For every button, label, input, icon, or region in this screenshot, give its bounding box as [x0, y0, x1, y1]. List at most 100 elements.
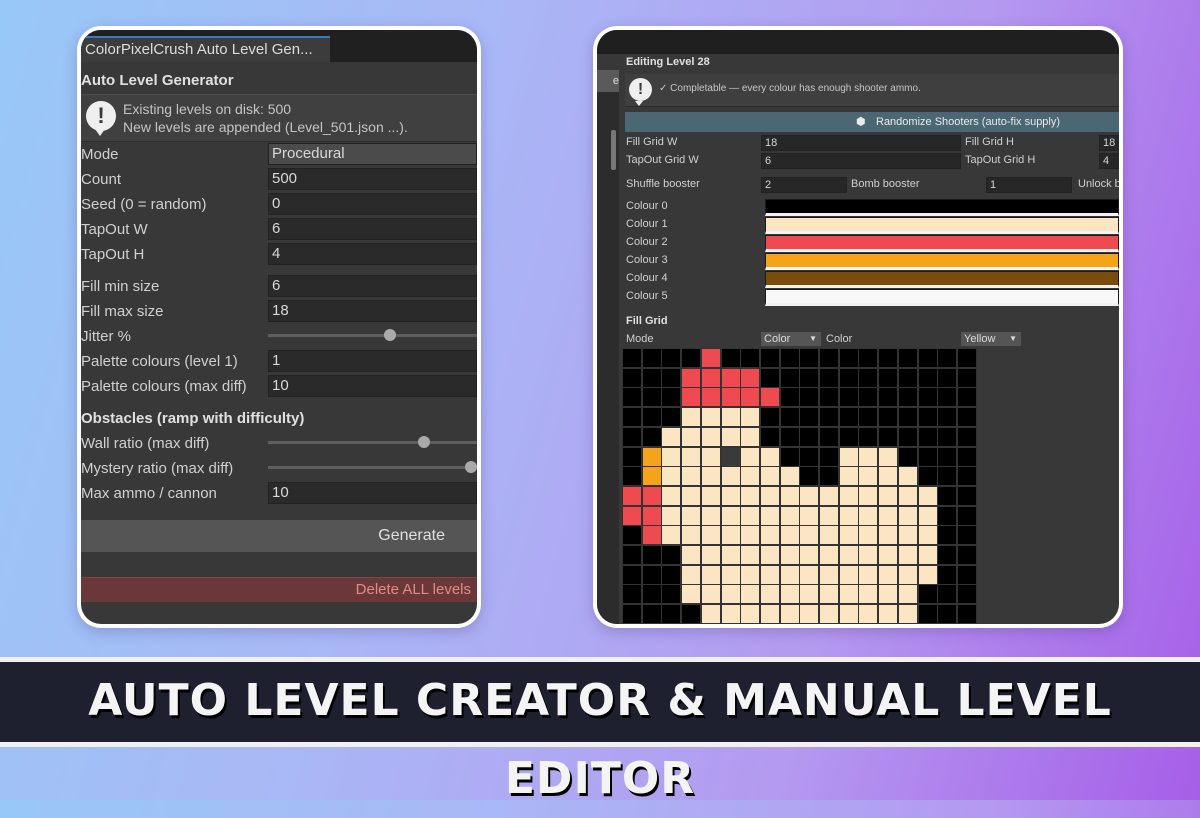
grid-cell[interactable] — [740, 446, 761, 467]
palette-level1-field[interactable]: 1 — [268, 350, 477, 372]
grid-cell[interactable] — [878, 485, 899, 506]
grid-cell[interactable] — [622, 604, 642, 624]
grid-cell[interactable] — [681, 604, 702, 624]
grid-cell[interactable] — [799, 367, 820, 388]
grid-cell[interactable] — [937, 348, 958, 368]
colour-4-swatch[interactable] — [765, 271, 1119, 288]
fill-min-field[interactable]: 6 — [268, 275, 477, 297]
grid-cell[interactable] — [661, 407, 682, 428]
grid-cell[interactable] — [740, 367, 761, 388]
tapout-grid-w-field[interactable]: 6 — [761, 153, 961, 169]
grid-cell[interactable] — [641, 564, 662, 585]
grid-cell[interactable] — [838, 387, 859, 408]
grid-cell[interactable] — [819, 348, 839, 368]
grid-cell[interactable] — [641, 604, 662, 624]
grid-cell[interactable] — [956, 446, 977, 467]
grid-cell[interactable] — [897, 485, 918, 506]
grid-cell[interactable] — [740, 466, 761, 487]
grid-cell[interactable] — [956, 387, 977, 408]
grid-cell[interactable] — [858, 485, 879, 506]
grid-cell[interactable] — [641, 407, 662, 428]
grid-cell[interactable] — [878, 407, 899, 428]
grid-cell[interactable] — [641, 387, 662, 408]
grid-cell[interactable] — [661, 525, 682, 546]
grid-cell[interactable] — [917, 348, 938, 368]
grid-cell[interactable] — [740, 545, 761, 565]
fill-max-field[interactable]: 18 — [268, 300, 477, 322]
grid-cell[interactable] — [779, 525, 800, 546]
grid-cell[interactable] — [779, 407, 800, 428]
grid-cell[interactable] — [799, 525, 820, 546]
grid-cell[interactable] — [897, 584, 918, 605]
generate-button[interactable]: Generate — [81, 520, 477, 552]
grid-cell[interactable] — [858, 367, 879, 388]
grid-cell[interactable] — [858, 446, 879, 467]
grid-cell[interactable] — [681, 407, 702, 428]
grid-cell[interactable] — [661, 485, 682, 506]
grid-cell[interactable] — [740, 348, 761, 368]
grid-cell[interactable] — [819, 387, 839, 408]
grid-cell[interactable] — [878, 466, 899, 487]
grid-cell[interactable] — [700, 545, 721, 565]
grid-cell[interactable] — [799, 584, 820, 605]
grid-cell[interactable] — [858, 426, 879, 447]
grid-cell[interactable] — [740, 485, 761, 506]
grid-cell[interactable] — [720, 505, 741, 526]
grid-cell[interactable] — [937, 525, 958, 546]
grid-cell[interactable] — [779, 446, 800, 467]
grid-cell[interactable] — [937, 466, 958, 487]
grid-cell[interactable] — [956, 525, 977, 546]
grid-cell[interactable] — [956, 545, 977, 565]
grid-cell[interactable] — [838, 367, 859, 388]
grid-cell[interactable] — [779, 348, 800, 368]
grid-cell[interactable] — [937, 604, 958, 624]
grid-cell[interactable] — [700, 348, 721, 368]
tapout-grid-h-field[interactable]: 4 — [1099, 153, 1119, 169]
grid-cell[interactable] — [622, 348, 642, 368]
grid-cell[interactable] — [720, 525, 741, 546]
grid-cell[interactable] — [661, 367, 682, 388]
grid-cell[interactable] — [720, 564, 741, 585]
tapout-w-field[interactable]: 6 — [268, 218, 477, 240]
grid-cell[interactable] — [641, 485, 662, 506]
grid-cell[interactable] — [720, 446, 741, 467]
grid-cell[interactable] — [641, 367, 662, 388]
grid-cell[interactable] — [759, 584, 780, 605]
slider-handle[interactable] — [417, 436, 430, 448]
grid-cell[interactable] — [838, 466, 859, 487]
delete-all-levels-button[interactable]: Delete ALL levels — [81, 577, 477, 602]
grid-cell[interactable] — [779, 545, 800, 565]
colour-2-swatch[interactable] — [765, 235, 1119, 252]
grid-cell[interactable] — [956, 584, 977, 605]
grid-cell[interactable] — [799, 485, 820, 506]
grid-cell[interactable] — [661, 604, 682, 624]
grid-cell[interactable] — [937, 367, 958, 388]
grid-cell[interactable] — [838, 485, 859, 506]
grid-cell[interactable] — [681, 466, 702, 487]
grid-cell[interactable] — [878, 604, 899, 624]
grid-cell[interactable] — [740, 505, 761, 526]
grid-cell[interactable] — [858, 387, 879, 408]
grid-cell[interactable] — [720, 407, 741, 428]
grid-cell[interactable] — [819, 485, 839, 506]
grid-cell[interactable] — [759, 407, 780, 428]
grid-cell[interactable] — [759, 505, 780, 526]
grid-cell[interactable] — [681, 387, 702, 408]
grid-cell[interactable] — [937, 485, 958, 506]
grid-cell[interactable] — [956, 505, 977, 526]
grid-cell[interactable] — [779, 426, 800, 447]
grid-cell[interactable] — [937, 564, 958, 585]
grid-cell[interactable] — [779, 367, 800, 388]
grid-cell[interactable] — [661, 466, 682, 487]
grid-cell[interactable] — [819, 426, 839, 447]
grid-cell[interactable] — [779, 584, 800, 605]
grid-cell[interactable] — [720, 584, 741, 605]
scrollbar[interactable] — [611, 130, 616, 170]
grid-cell[interactable] — [759, 485, 780, 506]
grid-cell[interactable] — [661, 387, 682, 408]
grid-cell[interactable] — [759, 525, 780, 546]
grid-cell[interactable] — [681, 446, 702, 467]
grid-cell[interactable] — [838, 525, 859, 546]
grid-cell[interactable] — [740, 584, 761, 605]
fill-grid-w-field[interactable]: 18 — [761, 135, 961, 151]
